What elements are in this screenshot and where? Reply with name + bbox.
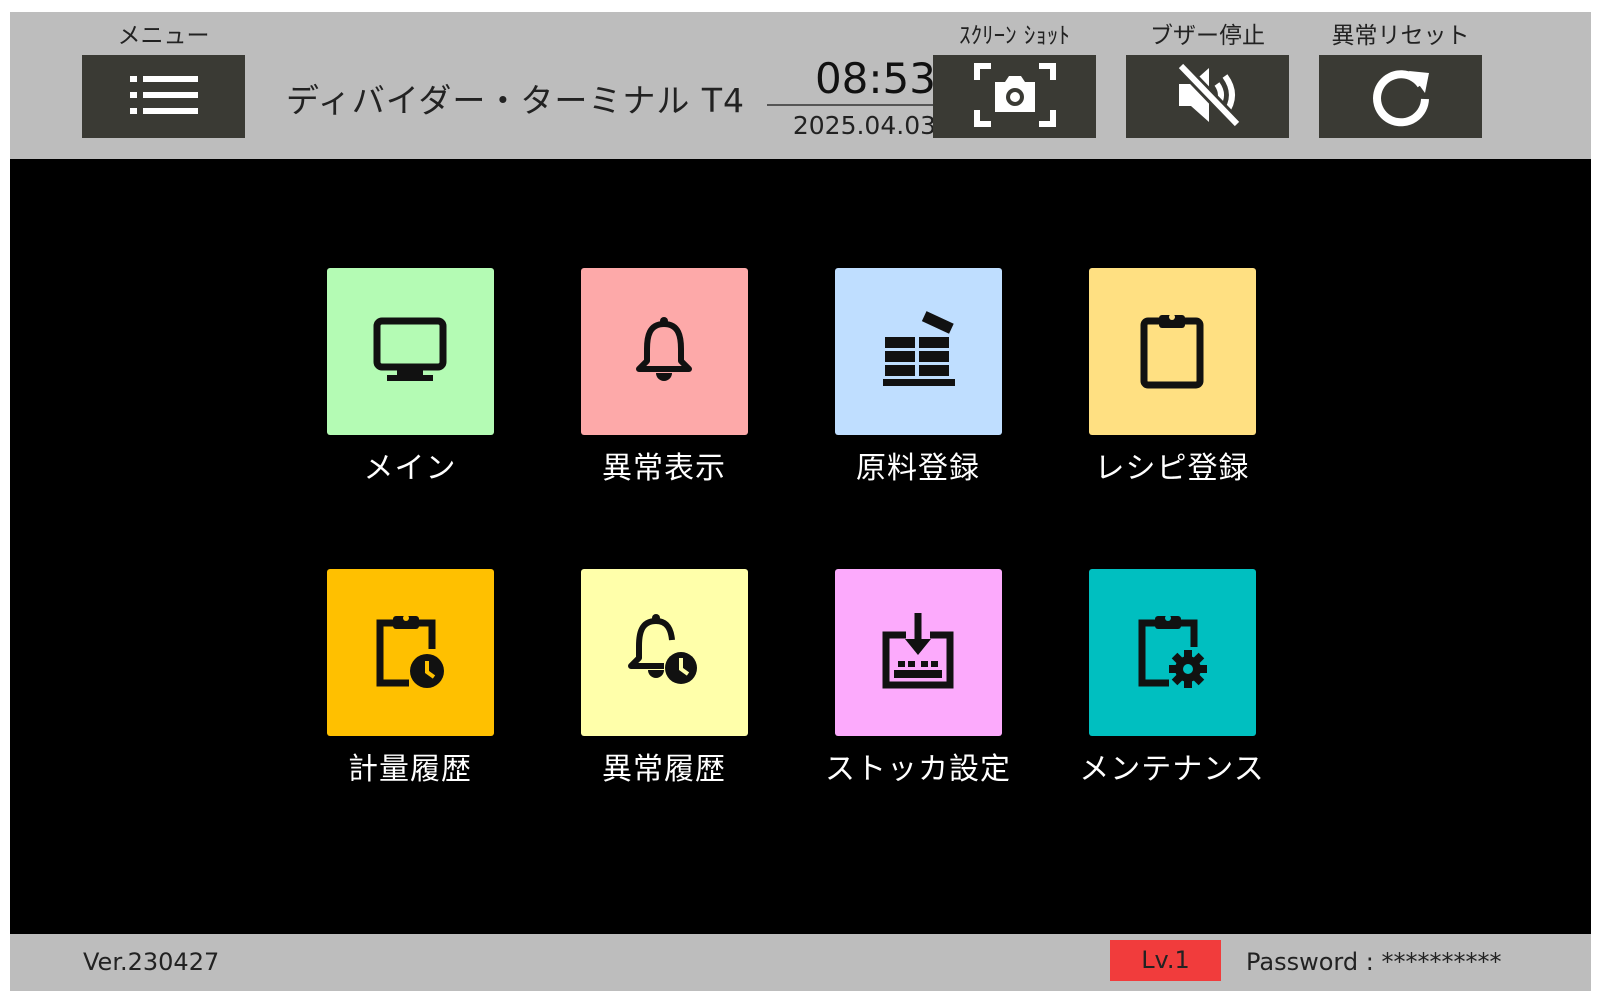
screenshot-button[interactable] — [933, 55, 1096, 138]
tile-alarm-history-wrap: 異常履歴 — [544, 569, 784, 788]
menu-list-icon — [128, 73, 200, 120]
tile-weigh-history-wrap: 計量履歴 — [290, 569, 530, 788]
stacked-bricks-icon — [879, 309, 957, 395]
version-label: Ver.230427 — [83, 948, 220, 976]
clock-time: 08:53 — [814, 54, 936, 103]
tile-material-register-label: 原料登録 — [856, 451, 980, 486]
tile-material-register[interactable] — [834, 268, 1002, 435]
camera-icon — [973, 62, 1057, 131]
tile-maintenance[interactable] — [1088, 569, 1256, 736]
tile-weigh-history-label: 計量履歴 — [348, 752, 472, 787]
tile-recipe-register-wrap: レシピ登録 — [1052, 268, 1292, 487]
clipboard-gear-icon — [1135, 611, 1209, 695]
terminal-screen: メニュー ディバイダー・ターミナル T4 08:53 2025.04.03 ｽｸ… — [10, 12, 1591, 991]
buzzer-stop-button[interactable] — [1126, 55, 1289, 138]
bell-clock-icon — [627, 612, 701, 694]
bell-icon — [633, 315, 695, 389]
alarm-reset-button[interactable] — [1319, 55, 1482, 138]
tile-main[interactable] — [326, 268, 494, 435]
tile-alarm-display[interactable] — [580, 268, 748, 435]
tile-material-register-wrap: 原料登録 — [798, 268, 1038, 487]
status-bar: Ver.230427 Lv.1 Password : ********** — [10, 934, 1591, 991]
tile-alarm-display-label: 異常表示 — [602, 451, 726, 486]
refresh-icon — [1369, 63, 1433, 130]
speaker-muted-icon — [1173, 61, 1243, 131]
tile-stocker-settings-label: ストッカ設定 — [825, 752, 1011, 787]
app-title: ディバイダー・ターミナル T4 — [286, 81, 746, 120]
tile-maintenance-wrap: メンテナンス — [1052, 569, 1292, 788]
tile-main-wrap: メイン — [290, 268, 530, 487]
menu-button[interactable] — [82, 55, 245, 138]
clock-date: 2025.04.03 — [792, 111, 936, 140]
tile-maintenance-label: メンテナンス — [1079, 752, 1265, 787]
tile-stocker-settings-wrap: ストッカ設定 — [798, 569, 1038, 788]
tile-alarm-history[interactable] — [580, 569, 748, 736]
clipboard-icon — [1139, 311, 1205, 393]
tile-alarm-display-wrap: 異常表示 — [544, 268, 784, 487]
tile-recipe-register-label: レシピ登録 — [1094, 451, 1250, 486]
password-display[interactable]: Password : ********** — [1246, 948, 1501, 976]
tile-stocker-settings[interactable] — [834, 569, 1002, 736]
buzzer-caption: ブザー停止 — [1150, 23, 1265, 49]
clock-divider — [767, 104, 935, 106]
tile-main-label: メイン — [363, 451, 457, 486]
tile-alarm-history-label: 異常履歴 — [602, 752, 726, 787]
screenshot-caption: ｽｸﾘｰﾝ ｼｮｯﾄ — [959, 23, 1070, 49]
user-level-badge: Lv.1 — [1110, 940, 1221, 981]
menu-caption: メニュー — [117, 23, 210, 49]
tray-download-icon — [880, 611, 956, 695]
reset-caption: 異常リセット — [1331, 23, 1470, 49]
top-bar: メニュー ディバイダー・ターミナル T4 08:53 2025.04.03 ｽｸ… — [10, 12, 1591, 159]
tile-weigh-history[interactable] — [326, 569, 494, 736]
clipboard-clock-icon — [373, 611, 447, 695]
tile-recipe-register[interactable] — [1088, 268, 1256, 435]
monitor-icon — [373, 317, 447, 387]
